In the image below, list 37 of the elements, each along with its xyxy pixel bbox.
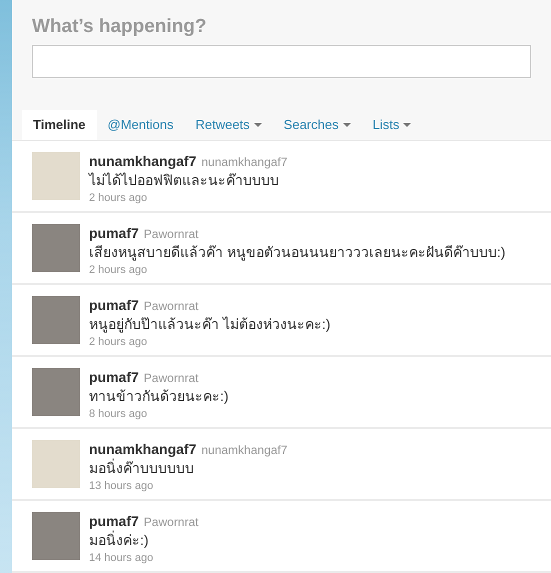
tab[interactable]: Timeline bbox=[22, 110, 97, 140]
display-name: nunamkhangaf7 bbox=[201, 442, 288, 459]
username-link[interactable]: nunamkhangaf7 bbox=[89, 152, 196, 170]
username-link[interactable]: pumaf7 bbox=[89, 224, 139, 242]
tab[interactable]: @Mentions bbox=[96, 110, 184, 140]
tweet-text: หนูอยู่กับป๊าแล้วนะค๊า ไม่ต้องห่วงนะคะ:) bbox=[89, 315, 330, 333]
tab[interactable]: Retweets bbox=[184, 110, 273, 140]
timestamp-link[interactable]: 13 hours ago bbox=[89, 477, 154, 495]
tab[interactable]: Lists bbox=[362, 110, 422, 140]
timestamp-link[interactable]: 2 hours ago bbox=[89, 333, 148, 351]
tweet-text: ไม่ได้ไปออฟฟิตและนะค๊าบบบบ bbox=[89, 171, 280, 189]
timestamp-link[interactable]: 2 hours ago bbox=[89, 261, 148, 279]
tab[interactable]: Searches bbox=[272, 110, 362, 140]
timestamp-link[interactable]: 2 hours ago bbox=[89, 189, 148, 207]
username-link[interactable]: pumaf7 bbox=[89, 368, 139, 386]
display-name: Pawornrat bbox=[144, 226, 198, 243]
timestamp-link[interactable]: 14 hours ago bbox=[89, 549, 154, 567]
avatar-placeholder[interactable] bbox=[32, 224, 80, 272]
display-name: Pawornrat bbox=[144, 370, 198, 387]
avatar-placeholder[interactable] bbox=[32, 368, 80, 416]
username-link[interactable]: pumaf7 bbox=[89, 512, 139, 530]
display-name: Pawornrat bbox=[144, 298, 198, 315]
composer-heading: What’s happening? bbox=[32, 15, 207, 39]
timestamp-link[interactable]: 8 hours ago bbox=[89, 405, 148, 423]
display-name: Pawornrat bbox=[144, 514, 198, 530]
username-link[interactable]: pumaf7 bbox=[89, 296, 139, 314]
avatar-placeholder[interactable] bbox=[32, 440, 80, 488]
display-name: nunamkhangaf7 bbox=[201, 154, 288, 171]
username-link[interactable]: nunamkhangaf7 bbox=[89, 440, 196, 458]
avatar-placeholder[interactable] bbox=[32, 512, 80, 560]
tweet-input-field[interactable] bbox=[32, 45, 531, 78]
tweet-text: มอนิ่งค๊าบบบบบบ bbox=[89, 459, 195, 477]
avatar-placeholder[interactable] bbox=[32, 296, 80, 344]
tweet-text: ทานข้าวกันด้วยนะคะ:) bbox=[89, 387, 229, 405]
avatar-placeholder[interactable] bbox=[32, 152, 80, 200]
tweet-text: เสียงหนูสบายดีแล้วค๊า หนูขอตัวนอนนนยาวววเลยนะคะฝันดีค๊าบบบ:) bbox=[89, 243, 506, 261]
tweet-text: มอนิ่งค่ะ:) bbox=[89, 531, 150, 549]
